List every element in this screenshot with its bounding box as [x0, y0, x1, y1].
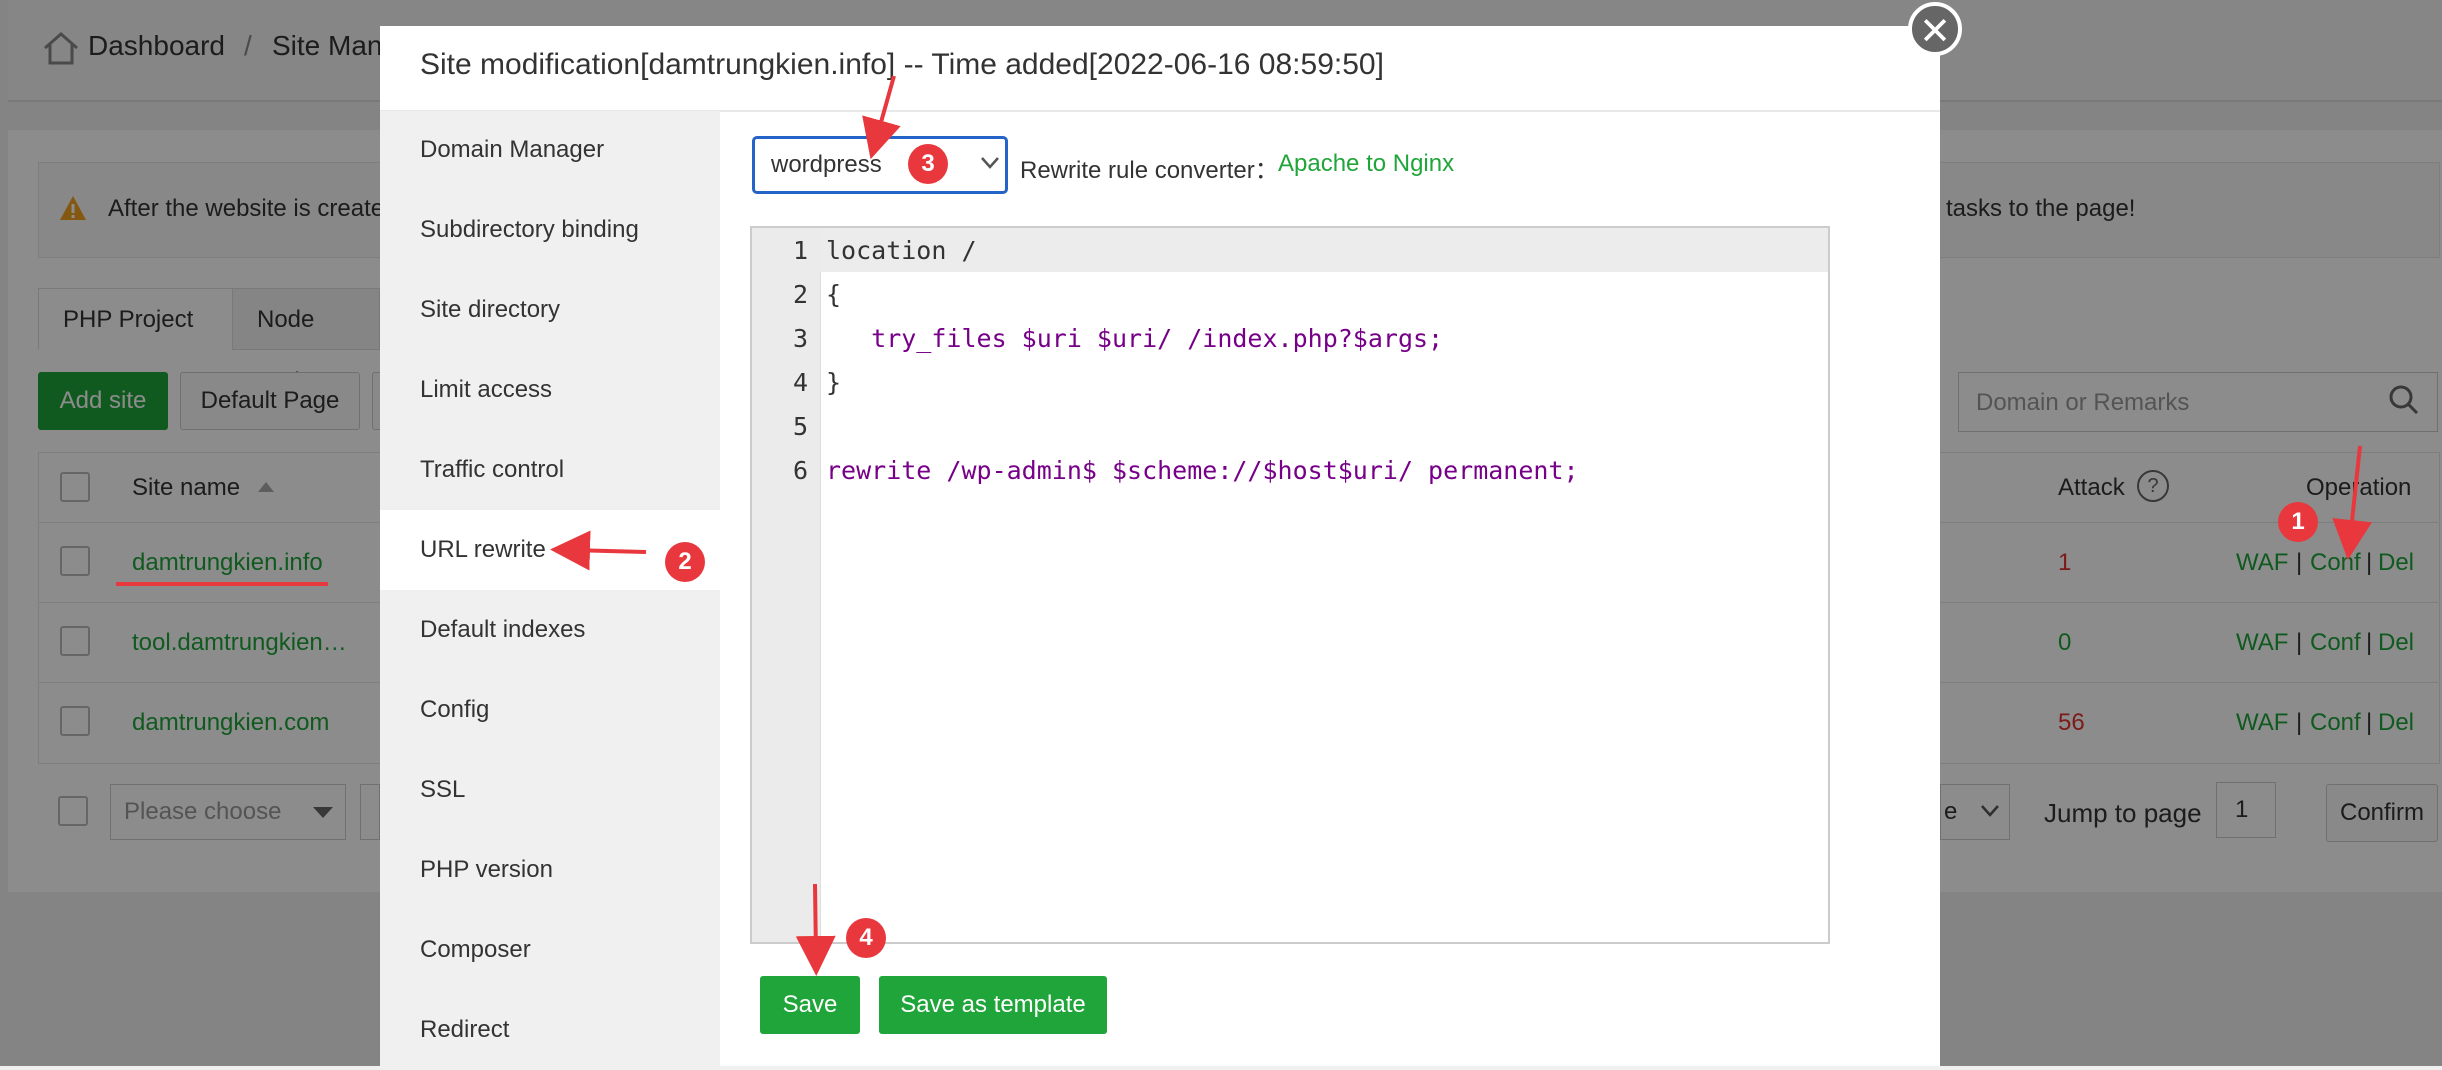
annotation-badge: 3	[908, 144, 948, 184]
annotation-arrows	[116, 75, 2373, 976]
annotation-badge: 2	[665, 542, 705, 582]
annotation-badge: 4	[846, 918, 886, 958]
annotation-badge: 1	[2278, 502, 2318, 542]
